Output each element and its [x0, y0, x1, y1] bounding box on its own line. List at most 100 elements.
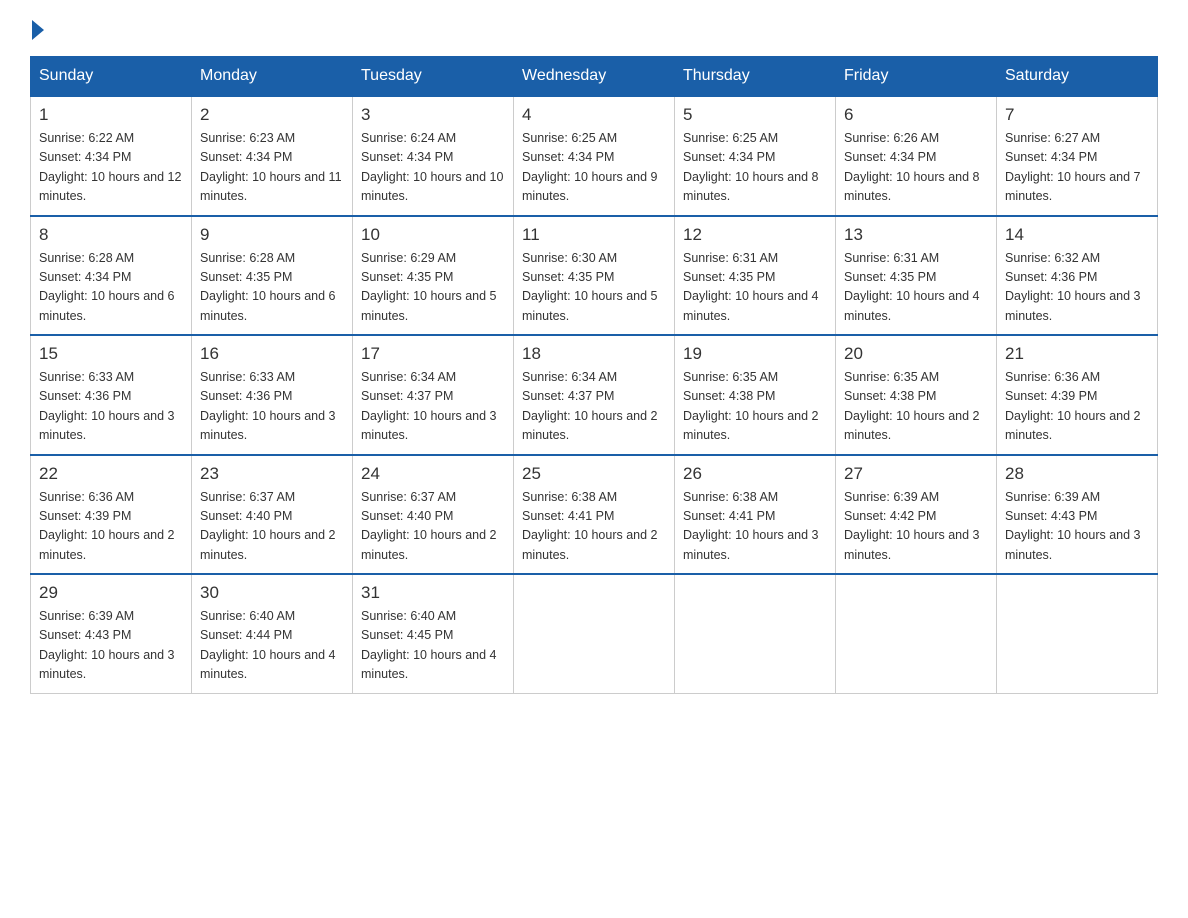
- day-info: Sunrise: 6:26 AM Sunset: 4:34 PM Dayligh…: [844, 129, 988, 207]
- calendar-cell: 19 Sunrise: 6:35 AM Sunset: 4:38 PM Dayl…: [675, 335, 836, 455]
- page-header: [30, 20, 1158, 36]
- day-number: 29: [39, 583, 183, 603]
- calendar-cell: 1 Sunrise: 6:22 AM Sunset: 4:34 PM Dayli…: [31, 96, 192, 216]
- day-info: Sunrise: 6:28 AM Sunset: 4:35 PM Dayligh…: [200, 249, 344, 327]
- day-info: Sunrise: 6:34 AM Sunset: 4:37 PM Dayligh…: [361, 368, 505, 446]
- day-number: 25: [522, 464, 666, 484]
- day-number: 23: [200, 464, 344, 484]
- calendar-cell: 2 Sunrise: 6:23 AM Sunset: 4:34 PM Dayli…: [192, 96, 353, 216]
- day-info: Sunrise: 6:22 AM Sunset: 4:34 PM Dayligh…: [39, 129, 183, 207]
- calendar-cell: 15 Sunrise: 6:33 AM Sunset: 4:36 PM Dayl…: [31, 335, 192, 455]
- col-header-monday: Monday: [192, 57, 353, 97]
- logo-arrow-icon: [32, 20, 44, 40]
- day-info: Sunrise: 6:29 AM Sunset: 4:35 PM Dayligh…: [361, 249, 505, 327]
- day-info: Sunrise: 6:23 AM Sunset: 4:34 PM Dayligh…: [200, 129, 344, 207]
- calendar-cell: 7 Sunrise: 6:27 AM Sunset: 4:34 PM Dayli…: [997, 96, 1158, 216]
- day-info: Sunrise: 6:25 AM Sunset: 4:34 PM Dayligh…: [522, 129, 666, 207]
- calendar-week-4: 22 Sunrise: 6:36 AM Sunset: 4:39 PM Dayl…: [31, 455, 1158, 575]
- day-number: 26: [683, 464, 827, 484]
- day-info: Sunrise: 6:25 AM Sunset: 4:34 PM Dayligh…: [683, 129, 827, 207]
- day-info: Sunrise: 6:34 AM Sunset: 4:37 PM Dayligh…: [522, 368, 666, 446]
- calendar-cell: 28 Sunrise: 6:39 AM Sunset: 4:43 PM Dayl…: [997, 455, 1158, 575]
- calendar-cell: 30 Sunrise: 6:40 AM Sunset: 4:44 PM Dayl…: [192, 574, 353, 693]
- day-info: Sunrise: 6:40 AM Sunset: 4:45 PM Dayligh…: [361, 607, 505, 685]
- day-info: Sunrise: 6:39 AM Sunset: 4:43 PM Dayligh…: [1005, 488, 1149, 566]
- day-number: 20: [844, 344, 988, 364]
- day-number: 31: [361, 583, 505, 603]
- calendar-week-5: 29 Sunrise: 6:39 AM Sunset: 4:43 PM Dayl…: [31, 574, 1158, 693]
- day-number: 22: [39, 464, 183, 484]
- col-header-friday: Friday: [836, 57, 997, 97]
- col-header-wednesday: Wednesday: [514, 57, 675, 97]
- calendar-header-row: SundayMondayTuesdayWednesdayThursdayFrid…: [31, 57, 1158, 97]
- day-info: Sunrise: 6:33 AM Sunset: 4:36 PM Dayligh…: [39, 368, 183, 446]
- calendar-cell: 13 Sunrise: 6:31 AM Sunset: 4:35 PM Dayl…: [836, 216, 997, 336]
- col-header-saturday: Saturday: [997, 57, 1158, 97]
- day-number: 14: [1005, 225, 1149, 245]
- day-info: Sunrise: 6:39 AM Sunset: 4:42 PM Dayligh…: [844, 488, 988, 566]
- day-number: 19: [683, 344, 827, 364]
- day-number: 1: [39, 105, 183, 125]
- calendar-cell: [836, 574, 997, 693]
- calendar-cell: 24 Sunrise: 6:37 AM Sunset: 4:40 PM Dayl…: [353, 455, 514, 575]
- calendar-week-1: 1 Sunrise: 6:22 AM Sunset: 4:34 PM Dayli…: [31, 96, 1158, 216]
- calendar-cell: 12 Sunrise: 6:31 AM Sunset: 4:35 PM Dayl…: [675, 216, 836, 336]
- col-header-thursday: Thursday: [675, 57, 836, 97]
- calendar-cell: 16 Sunrise: 6:33 AM Sunset: 4:36 PM Dayl…: [192, 335, 353, 455]
- day-number: 18: [522, 344, 666, 364]
- day-info: Sunrise: 6:35 AM Sunset: 4:38 PM Dayligh…: [844, 368, 988, 446]
- col-header-tuesday: Tuesday: [353, 57, 514, 97]
- calendar-cell: 9 Sunrise: 6:28 AM Sunset: 4:35 PM Dayli…: [192, 216, 353, 336]
- calendar-cell: 22 Sunrise: 6:36 AM Sunset: 4:39 PM Dayl…: [31, 455, 192, 575]
- calendar-cell: 23 Sunrise: 6:37 AM Sunset: 4:40 PM Dayl…: [192, 455, 353, 575]
- calendar-cell: [675, 574, 836, 693]
- calendar-cell: 3 Sunrise: 6:24 AM Sunset: 4:34 PM Dayli…: [353, 96, 514, 216]
- calendar-cell: 27 Sunrise: 6:39 AM Sunset: 4:42 PM Dayl…: [836, 455, 997, 575]
- day-number: 4: [522, 105, 666, 125]
- calendar-cell: 17 Sunrise: 6:34 AM Sunset: 4:37 PM Dayl…: [353, 335, 514, 455]
- day-info: Sunrise: 6:33 AM Sunset: 4:36 PM Dayligh…: [200, 368, 344, 446]
- calendar-cell: 10 Sunrise: 6:29 AM Sunset: 4:35 PM Dayl…: [353, 216, 514, 336]
- day-info: Sunrise: 6:35 AM Sunset: 4:38 PM Dayligh…: [683, 368, 827, 446]
- day-info: Sunrise: 6:38 AM Sunset: 4:41 PM Dayligh…: [522, 488, 666, 566]
- day-number: 2: [200, 105, 344, 125]
- day-info: Sunrise: 6:36 AM Sunset: 4:39 PM Dayligh…: [39, 488, 183, 566]
- calendar-cell: 5 Sunrise: 6:25 AM Sunset: 4:34 PM Dayli…: [675, 96, 836, 216]
- day-number: 12: [683, 225, 827, 245]
- day-info: Sunrise: 6:40 AM Sunset: 4:44 PM Dayligh…: [200, 607, 344, 685]
- day-number: 9: [200, 225, 344, 245]
- calendar-cell: 11 Sunrise: 6:30 AM Sunset: 4:35 PM Dayl…: [514, 216, 675, 336]
- day-number: 15: [39, 344, 183, 364]
- day-number: 27: [844, 464, 988, 484]
- day-number: 24: [361, 464, 505, 484]
- day-info: Sunrise: 6:28 AM Sunset: 4:34 PM Dayligh…: [39, 249, 183, 327]
- day-info: Sunrise: 6:32 AM Sunset: 4:36 PM Dayligh…: [1005, 249, 1149, 327]
- day-number: 17: [361, 344, 505, 364]
- day-number: 21: [1005, 344, 1149, 364]
- calendar-cell: 21 Sunrise: 6:36 AM Sunset: 4:39 PM Dayl…: [997, 335, 1158, 455]
- calendar-cell: 25 Sunrise: 6:38 AM Sunset: 4:41 PM Dayl…: [514, 455, 675, 575]
- calendar-cell: 26 Sunrise: 6:38 AM Sunset: 4:41 PM Dayl…: [675, 455, 836, 575]
- day-number: 11: [522, 225, 666, 245]
- calendar-cell: 20 Sunrise: 6:35 AM Sunset: 4:38 PM Dayl…: [836, 335, 997, 455]
- day-number: 3: [361, 105, 505, 125]
- calendar-cell: 14 Sunrise: 6:32 AM Sunset: 4:36 PM Dayl…: [997, 216, 1158, 336]
- day-number: 6: [844, 105, 988, 125]
- calendar-table: SundayMondayTuesdayWednesdayThursdayFrid…: [30, 56, 1158, 694]
- calendar-week-3: 15 Sunrise: 6:33 AM Sunset: 4:36 PM Dayl…: [31, 335, 1158, 455]
- logo: [30, 20, 44, 36]
- day-info: Sunrise: 6:31 AM Sunset: 4:35 PM Dayligh…: [683, 249, 827, 327]
- calendar-cell: 6 Sunrise: 6:26 AM Sunset: 4:34 PM Dayli…: [836, 96, 997, 216]
- day-number: 10: [361, 225, 505, 245]
- day-number: 7: [1005, 105, 1149, 125]
- day-number: 13: [844, 225, 988, 245]
- day-info: Sunrise: 6:37 AM Sunset: 4:40 PM Dayligh…: [200, 488, 344, 566]
- day-number: 16: [200, 344, 344, 364]
- day-info: Sunrise: 6:38 AM Sunset: 4:41 PM Dayligh…: [683, 488, 827, 566]
- day-info: Sunrise: 6:24 AM Sunset: 4:34 PM Dayligh…: [361, 129, 505, 207]
- calendar-week-2: 8 Sunrise: 6:28 AM Sunset: 4:34 PM Dayli…: [31, 216, 1158, 336]
- calendar-cell: [514, 574, 675, 693]
- calendar-cell: 4 Sunrise: 6:25 AM Sunset: 4:34 PM Dayli…: [514, 96, 675, 216]
- day-info: Sunrise: 6:27 AM Sunset: 4:34 PM Dayligh…: [1005, 129, 1149, 207]
- day-number: 8: [39, 225, 183, 245]
